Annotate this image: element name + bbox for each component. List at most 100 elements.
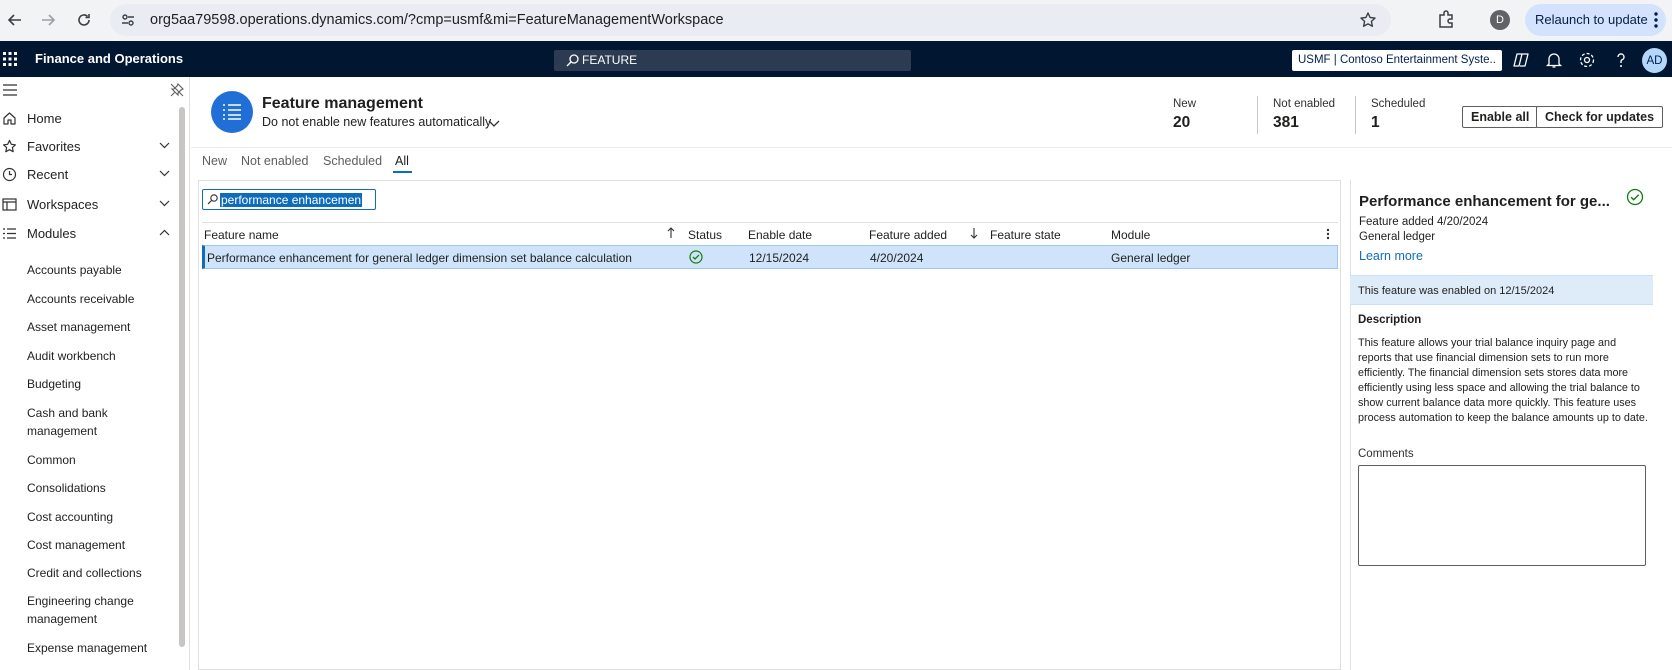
kpi-not-enabled-label: Not enabled (1273, 98, 1336, 110)
copilot-icon[interactable] (1512, 51, 1530, 69)
site-info-icon[interactable] (120, 12, 136, 28)
module-accounts-payable[interactable]: Accounts payable (27, 261, 167, 279)
settings-gear-icon[interactable] (1578, 51, 1596, 69)
module-engineering-change-management[interactable]: Engineering change management (27, 592, 167, 628)
url-text[interactable]: org5aa79598.operations.dynamics.com/?cmp… (150, 12, 724, 28)
chevron-down-icon[interactable] (488, 120, 500, 128)
column-header-enable-date[interactable]: Enable date (748, 228, 812, 242)
nav-home-label: Home (27, 111, 62, 126)
tab-scheduled[interactable]: Scheduled (323, 154, 382, 168)
kpi-new-value: 20 (1173, 114, 1191, 131)
bookmark-star-icon[interactable] (1359, 11, 1377, 29)
chevron-down-icon (159, 200, 170, 207)
global-search-input[interactable]: FEATURE (554, 50, 911, 71)
module-consolidations[interactable]: Consolidations (27, 479, 167, 497)
profile-avatar[interactable]: D (1490, 10, 1510, 30)
tab-new[interactable]: New (202, 154, 227, 168)
app-title[interactable]: Finance and Operations (35, 51, 183, 66)
cell-module: General ledger (1111, 251, 1191, 265)
comments-label: Comments (1358, 448, 1414, 460)
column-header-module[interactable]: Module (1111, 228, 1150, 242)
module-budgeting[interactable]: Budgeting (27, 375, 167, 393)
kpi-divider (1257, 96, 1258, 134)
sort-ascending-icon[interactable] (667, 227, 675, 239)
clock-icon (2, 167, 17, 182)
back-icon[interactable] (4, 9, 26, 31)
app-launcher-icon[interactable] (2, 51, 18, 67)
details-title: Performance enhancement for ge... (1359, 193, 1610, 210)
more-vertical-icon[interactable] (1654, 12, 1658, 28)
module-expense-management[interactable]: Expense management (27, 639, 167, 657)
enabled-status-banner: This feature was enabled on 12/15/2024 (1350, 275, 1653, 305)
reload-icon[interactable] (73, 9, 95, 31)
check-for-updates-button[interactable]: Check for updates (1536, 106, 1664, 128)
comments-textarea[interactable] (1358, 465, 1646, 566)
relaunch-button[interactable]: Relaunch to update (1525, 4, 1666, 36)
nav-home[interactable]: Home (0, 105, 178, 133)
details-feature-added: Feature added 4/20/2024 (1359, 216, 1489, 228)
column-header-status[interactable]: Status (688, 228, 722, 242)
cell-feature-name[interactable]: Performance enhancement for general ledg… (207, 251, 632, 265)
nav-modules-label: Modules (27, 226, 77, 241)
kpi-not-enabled[interactable]: Not enabled 381 (1273, 98, 1335, 132)
grid-filter-value: performance enhancemen (220, 193, 363, 207)
cell-enable-date: 12/15/2024 (749, 251, 810, 265)
module-cost-management[interactable]: Cost management (27, 536, 167, 554)
kpi-new[interactable]: New 20 (1173, 98, 1196, 132)
learn-more-link[interactable]: Learn more (1359, 249, 1423, 263)
notifications-bell-icon[interactable] (1545, 51, 1563, 69)
nav-recent-label: Recent (27, 167, 69, 182)
module-accounts-receivable[interactable]: Accounts receivable (27, 290, 167, 308)
home-icon (2, 111, 17, 126)
column-header-feature-state[interactable]: Feature state (990, 228, 1061, 242)
column-options-icon[interactable] (1326, 228, 1330, 240)
module-asset-management[interactable]: Asset management (27, 318, 167, 336)
workspace-icon (2, 197, 17, 212)
navigation-pane: Home Favorites Recent Workspaces Modules… (0, 77, 190, 670)
relaunch-label: Relaunch to update (1535, 12, 1648, 27)
grid-filter-input[interactable]: performance enhancemen (202, 189, 376, 210)
feature-list-icon (211, 91, 253, 133)
nav-favorites-label: Favorites (27, 139, 81, 154)
module-cost-accounting[interactable]: Cost accounting (27, 508, 167, 526)
hamburger-menu-icon[interactable] (3, 84, 17, 96)
auto-enable-setting[interactable]: Do not enable new features automatically (262, 115, 491, 129)
company-label: USMF | Contoso Entertainment Syste... (1298, 54, 1496, 66)
column-header-feature-added[interactable]: Feature added (869, 228, 947, 242)
module-audit-workbench[interactable]: Audit workbench (27, 347, 167, 365)
module-cash-and-bank-management[interactable]: Cash and bank management (27, 404, 167, 440)
kpi-scheduled[interactable]: Scheduled 1 (1371, 98, 1425, 132)
details-module: General ledger (1359, 231, 1436, 243)
company-picker[interactable]: USMF | Contoso Entertainment Syste... (1292, 50, 1502, 71)
nav-modules[interactable]: Modules (0, 220, 178, 248)
user-avatar[interactable]: AD (1642, 48, 1667, 73)
search-icon (566, 54, 579, 67)
chevron-down-icon (159, 142, 170, 149)
forward-icon[interactable] (37, 9, 59, 31)
enable-all-button[interactable]: Enable all (1462, 106, 1539, 128)
star-icon (2, 139, 17, 154)
list-icon (2, 226, 17, 241)
kpi-scheduled-label: Scheduled (1371, 98, 1426, 110)
sort-descending-icon[interactable] (970, 227, 978, 239)
enabled-check-icon (689, 250, 703, 264)
workspace-header: Feature management Do not enable new fea… (191, 77, 1672, 148)
enabled-status-text: This feature was enabled on 12/15/2024 (1358, 285, 1555, 297)
tab-not-enabled[interactable]: Not enabled (241, 154, 308, 168)
nav-favorites[interactable]: Favorites (0, 133, 178, 161)
sidebar-scrollbar[interactable] (179, 107, 185, 647)
page-title: Feature management (262, 95, 423, 112)
kpi-scheduled-value: 1 (1371, 114, 1380, 131)
tab-all[interactable]: All (395, 154, 409, 168)
help-question-icon[interactable] (1612, 51, 1630, 69)
extensions-icon[interactable] (1436, 9, 1456, 29)
nav-workspaces[interactable]: Workspaces (0, 191, 178, 219)
module-common[interactable]: Common (27, 451, 167, 469)
module-credit-and-collections[interactable]: Credit and collections (27, 564, 167, 582)
chevron-down-icon (159, 170, 170, 177)
nav-recent[interactable]: Recent (0, 161, 178, 189)
address-bar[interactable]: org5aa79598.operations.dynamics.com/?cmp… (110, 4, 1391, 36)
unpin-pane-icon[interactable] (170, 83, 184, 97)
column-header-feature-name[interactable]: Feature name (204, 228, 279, 242)
kpi-not-enabled-value: 381 (1273, 114, 1299, 131)
